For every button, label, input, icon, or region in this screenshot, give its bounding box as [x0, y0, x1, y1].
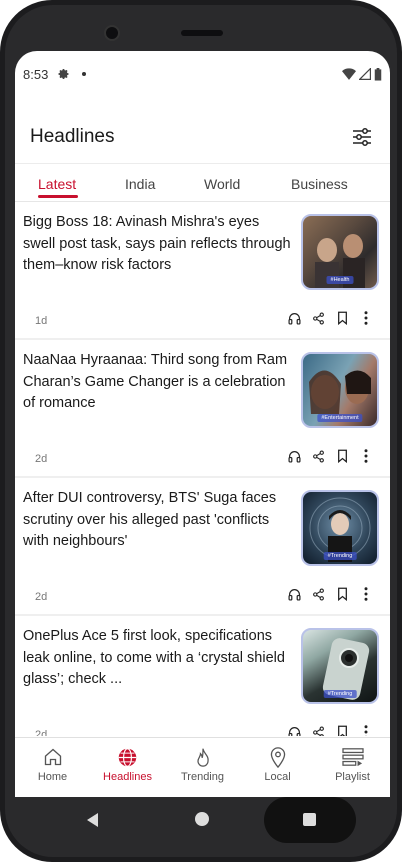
- signal-icon: [359, 68, 371, 80]
- more-options-icon[interactable]: [359, 586, 373, 602]
- playlist-icon: [341, 746, 364, 768]
- nav-playlist[interactable]: Playlist: [315, 738, 390, 797]
- bookmark-icon[interactable]: [335, 586, 349, 602]
- listen-headphones-icon[interactable]: [287, 724, 301, 736]
- share-icon[interactable]: [311, 724, 325, 736]
- news-age: 2d: [35, 729, 48, 736]
- news-card[interactable]: NaaNaa Hyraanaa: Third song from Ram Cha…: [15, 340, 390, 478]
- page-title: Headlines: [30, 126, 115, 147]
- status-bar: 8:53: [15, 51, 390, 97]
- listen-headphones-icon[interactable]: [287, 586, 301, 602]
- nav-label: Home: [37, 771, 68, 783]
- active-tab-indicator: [38, 195, 78, 198]
- more-options-icon[interactable]: [359, 448, 373, 464]
- nav-label: Playlist: [335, 771, 370, 783]
- status-time: 8:53: [23, 66, 49, 82]
- location-pin-icon: [267, 746, 289, 768]
- bookmark-icon[interactable]: [335, 724, 349, 736]
- tab-latest[interactable]: Latest: [38, 176, 76, 192]
- earpiece-speaker: [181, 30, 223, 36]
- back-icon[interactable]: [87, 813, 99, 832]
- app-header: Headlines: [15, 111, 390, 163]
- news-thumbnail[interactable]: #Health: [301, 214, 379, 290]
- thumbnail-tag: #Trending: [323, 552, 357, 560]
- nav-home[interactable]: Home: [15, 738, 90, 797]
- category-tabs: Latest India World Business: [15, 164, 390, 204]
- news-actions: [287, 724, 373, 736]
- tab-india[interactable]: India: [125, 176, 155, 192]
- tab-business[interactable]: Business: [291, 176, 348, 192]
- phone-frame: 8:53 Headlines Latest India World Busine…: [0, 0, 402, 862]
- news-actions: [287, 586, 373, 602]
- share-icon[interactable]: [311, 586, 325, 602]
- front-camera: [104, 25, 120, 41]
- news-thumbnail[interactable]: #Trending: [301, 490, 379, 566]
- bookmark-icon[interactable]: [335, 310, 349, 326]
- news-feed[interactable]: Bigg Boss 18: Avinash Mishra's eyes swel…: [15, 202, 390, 736]
- news-headline[interactable]: After DUI controversy, BTS' Suga faces s…: [23, 488, 293, 553]
- bookmark-icon[interactable]: [335, 448, 349, 464]
- battery-icon: [374, 67, 382, 81]
- news-card[interactable]: After DUI controversy, BTS' Suga faces s…: [15, 478, 390, 616]
- news-age: 1d: [35, 315, 48, 327]
- status-icons: [342, 67, 382, 81]
- news-thumbnail[interactable]: #Entertainment: [301, 352, 379, 428]
- listen-headphones-icon[interactable]: [287, 448, 301, 464]
- thumbnail-tag: #Health: [326, 276, 354, 284]
- home-icon: [42, 746, 64, 768]
- news-thumbnail[interactable]: #Trending: [301, 628, 379, 704]
- app-screen: 8:53 Headlines Latest India World Busine…: [15, 51, 390, 797]
- news-headline[interactable]: OnePlus Ace 5 first look, specifications…: [23, 626, 293, 691]
- bottom-navigation: Home Headlines Trending Local Playlist: [15, 737, 390, 797]
- flame-icon: [192, 746, 214, 768]
- tab-world[interactable]: World: [204, 176, 240, 192]
- nav-headlines[interactable]: Headlines: [90, 738, 165, 797]
- thumbnail-tag: #Trending: [323, 690, 357, 698]
- listen-headphones-icon[interactable]: [287, 310, 301, 326]
- news-headline[interactable]: Bigg Boss 18: Avinash Mishra's eyes swel…: [23, 212, 293, 277]
- wifi-icon: [342, 68, 356, 80]
- system-navigation-bar: [15, 797, 390, 843]
- news-actions: [287, 310, 373, 326]
- news-age: 2d: [35, 453, 48, 465]
- globe-icon: [117, 746, 139, 768]
- news-card[interactable]: Bigg Boss 18: Avinash Mishra's eyes swel…: [15, 202, 390, 340]
- thumbnail-tag: #Entertainment: [317, 414, 363, 422]
- share-icon[interactable]: [311, 448, 325, 464]
- nav-label: Trending: [180, 771, 224, 783]
- settings-gear-icon: [58, 68, 70, 80]
- news-actions: [287, 448, 373, 464]
- filter-settings-button[interactable]: [349, 124, 375, 150]
- news-age: 2d: [35, 591, 48, 603]
- home-circle-icon[interactable]: [195, 812, 209, 826]
- nav-label: Local: [264, 771, 291, 783]
- news-headline[interactable]: NaaNaa Hyraanaa: Third song from Ram Cha…: [23, 350, 293, 415]
- recent-apps-icon[interactable]: [303, 813, 316, 826]
- sliders-icon: [353, 128, 371, 146]
- more-options-icon[interactable]: [359, 310, 373, 326]
- more-options-icon[interactable]: [359, 724, 373, 736]
- notification-dot-icon: [82, 72, 87, 76]
- news-card[interactable]: OnePlus Ace 5 first look, specifications…: [15, 616, 390, 736]
- nav-trending[interactable]: Trending: [165, 738, 240, 797]
- share-icon[interactable]: [311, 310, 325, 326]
- nav-local[interactable]: Local: [240, 738, 315, 797]
- nav-label: Headlines: [103, 771, 152, 783]
